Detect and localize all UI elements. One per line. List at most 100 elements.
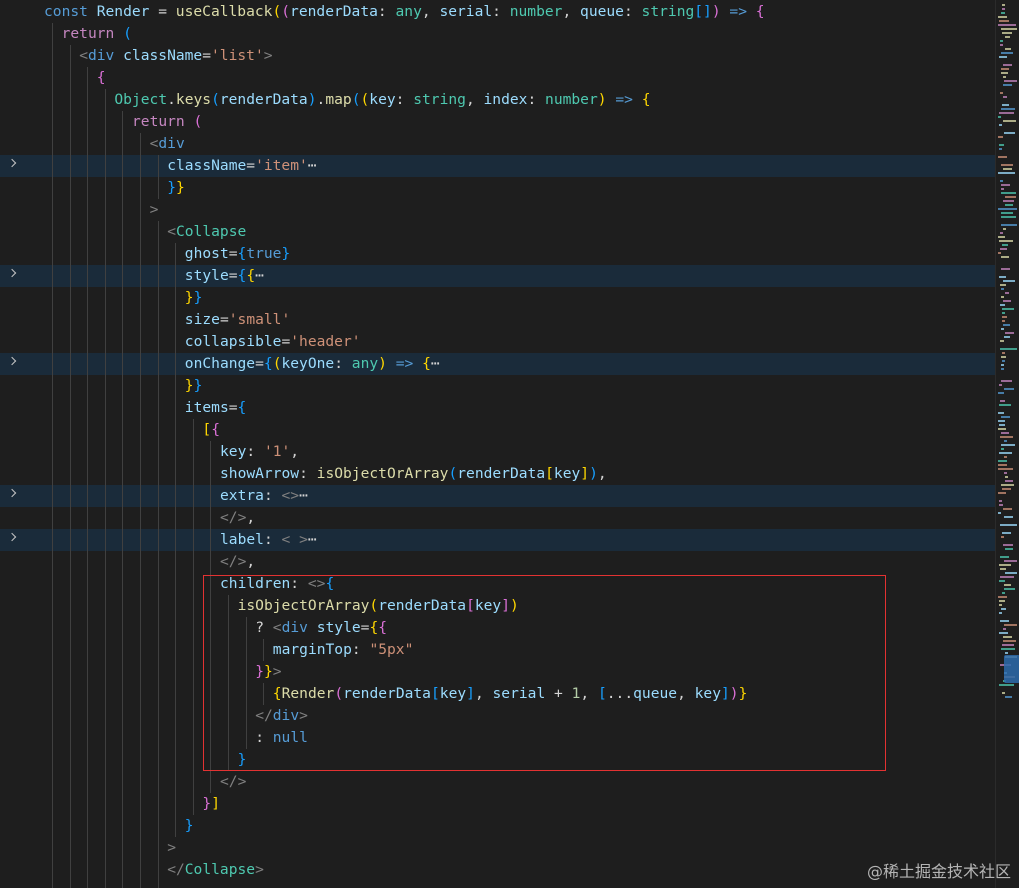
fold-chevron-icon[interactable]: [7, 356, 17, 366]
code-line[interactable]: </>,: [0, 551, 995, 573]
indent-guide: [87, 419, 89, 441]
code-token: }: [281, 245, 291, 262]
minimap-line: [999, 564, 1011, 566]
code-line[interactable]: [0, 881, 995, 888]
indent-guide: [122, 639, 124, 661]
fold-chevron-icon[interactable]: [7, 532, 17, 542]
code-line-folded[interactable]: style={{⋯: [0, 265, 995, 287]
indent-guide: [87, 859, 89, 881]
indent-guide: [228, 617, 229, 639]
indent-guide: [122, 155, 124, 177]
minimap[interactable]: [995, 0, 1019, 888]
indent-guide: [157, 881, 159, 888]
code-token: :: [623, 3, 642, 20]
code-line[interactable]: }}: [0, 177, 995, 199]
code-line-folded[interactable]: label: < >⋯: [0, 529, 995, 551]
minimap-slider[interactable]: [1004, 655, 1019, 683]
code-line[interactable]: isObjectOrArray(renderData[key]): [0, 595, 995, 617]
code-token: =: [228, 399, 238, 416]
code-line[interactable]: >: [0, 199, 995, 221]
indent-guide: [210, 617, 212, 639]
code-text: collapsible='header': [185, 331, 361, 353]
indent-guide: [87, 67, 89, 89]
indent-guide: [228, 661, 229, 683]
code-line[interactable]: showArrow: isObjectOrArray(renderData[ke…: [0, 463, 995, 485]
indent-guide: [69, 551, 71, 573]
code-token: useCallback: [175, 3, 273, 20]
fold-chevron-icon[interactable]: [7, 488, 17, 498]
minimap-line: [1004, 516, 1013, 518]
code-line[interactable]: {: [0, 67, 995, 89]
fold-chevron-icon[interactable]: [7, 158, 17, 168]
code-line[interactable]: <Collapse: [0, 221, 995, 243]
code-line[interactable]: ghost={true}: [0, 243, 995, 265]
code-line[interactable]: >: [0, 837, 995, 859]
indent-guide: [69, 573, 71, 595]
minimap-line: [999, 404, 1011, 406]
indent-guide: [175, 683, 177, 705]
indent-guide: [140, 155, 141, 177]
indent-guide: [140, 595, 141, 617]
code-token: (: [369, 597, 379, 614]
code-line-folded[interactable]: extra: <>⋯: [0, 485, 995, 507]
indent-guide: [87, 793, 89, 815]
code-line[interactable]: }]: [0, 793, 995, 815]
minimap-line: [1003, 628, 1006, 630]
code-token: div: [281, 619, 317, 636]
code-line[interactable]: <div: [0, 133, 995, 155]
code-token: =: [255, 355, 264, 372]
code-line[interactable]: <div className='list'>: [0, 45, 995, 67]
code-line-folded[interactable]: className='item'⋯: [0, 155, 995, 177]
indent-guide: [87, 397, 89, 419]
code-line[interactable]: }}: [0, 287, 995, 309]
indent-guide: [104, 375, 106, 397]
indent-guide: [52, 727, 53, 749]
code-line[interactable]: }: [0, 815, 995, 837]
indent-guide: [157, 815, 159, 837]
code-line[interactable]: Object.keys(renderData).map((key: string…: [0, 89, 995, 111]
code-line[interactable]: collapsible='header': [0, 331, 995, 353]
code-line[interactable]: return (: [0, 23, 995, 45]
minimap-line: [1002, 352, 1005, 354]
indent-guide: [122, 815, 124, 837]
code-token: className: [123, 47, 203, 64]
code-line[interactable]: </>: [0, 771, 995, 793]
code-line[interactable]: [{: [0, 419, 995, 441]
code-line[interactable]: marginTop: "5px": [0, 639, 995, 661]
code-line[interactable]: }}>: [0, 661, 995, 683]
code-text: key: '1',: [220, 441, 299, 463]
code-line[interactable]: return (: [0, 111, 995, 133]
code-token: </>: [220, 509, 247, 526]
code-line[interactable]: }: [0, 749, 995, 771]
indent-guide: [69, 243, 71, 265]
code-line[interactable]: }}: [0, 375, 995, 397]
code-editor[interactable]: const Render = useCallback((renderData: …: [0, 0, 995, 888]
code-token: ): [307, 91, 317, 108]
indent-guide: [52, 199, 53, 221]
code-line[interactable]: {Render(renderData[key], serial + 1, [..…: [0, 683, 995, 705]
minimap-line: [1001, 108, 1015, 110]
code-text: }]: [202, 793, 220, 815]
code-token: Collapse: [175, 223, 247, 240]
code-line[interactable]: key: '1',: [0, 441, 995, 463]
code-line[interactable]: const Render = useCallback((renderData: …: [0, 1, 995, 23]
fold-chevron-icon[interactable]: [7, 268, 17, 278]
code-line[interactable]: children: <>{: [0, 573, 995, 595]
code-line[interactable]: size='small': [0, 309, 995, 331]
indent-guide: [87, 595, 89, 617]
indent-guide: [157, 705, 159, 727]
code-line[interactable]: </div>: [0, 705, 995, 727]
code-line[interactable]: items={: [0, 397, 995, 419]
indent-guide: [69, 507, 71, 529]
indent-guide: [69, 265, 71, 287]
code-line[interactable]: </Collapse>: [0, 859, 995, 881]
minimap-line: [1005, 332, 1014, 334]
code-token: =: [228, 245, 238, 262]
code-line[interactable]: : null: [0, 727, 995, 749]
code-line-folded[interactable]: onChange={(keyOne: any) => {⋯: [0, 353, 995, 375]
code-line[interactable]: </>,: [0, 507, 995, 529]
indent-guide: [69, 309, 71, 331]
code-line[interactable]: ? <div style={{: [0, 617, 995, 639]
code-token: :: [377, 3, 396, 20]
indent-guide: [228, 727, 229, 749]
